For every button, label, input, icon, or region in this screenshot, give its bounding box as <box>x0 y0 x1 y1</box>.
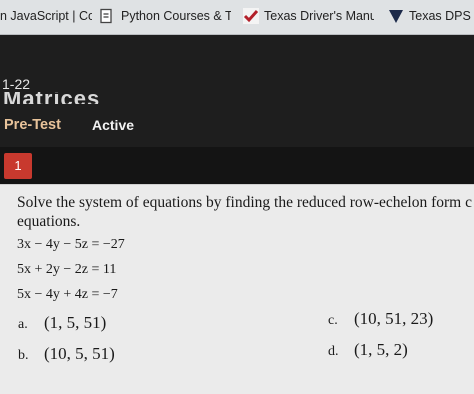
answer-c-value[interactable]: (10, 51, 23) <box>354 309 433 329</box>
answer-d-value[interactable]: (1, 5, 2) <box>354 340 408 360</box>
question-prompt: Solve the system of equations by finding… <box>17 194 472 230</box>
answer-d-letter[interactable]: d. <box>328 344 339 360</box>
answer-b-value[interactable]: (10, 5, 51) <box>44 344 115 364</box>
status-active: Active <box>92 117 135 133</box>
shield-icon <box>388 8 404 24</box>
document-icon <box>98 8 114 24</box>
answer-a-letter[interactable]: a. <box>18 317 28 333</box>
equation-3: 5x − 4y + 4z = −7 <box>17 287 118 302</box>
answer-c-letter[interactable]: c. <box>328 313 338 329</box>
bookmark-javascript[interactable]: n JavaScript | Coc <box>0 9 92 23</box>
course-title: Matrices <box>3 92 133 104</box>
answer-a-value[interactable]: (1, 5, 51) <box>44 313 106 333</box>
tab-pretest[interactable]: Pre-Test <box>4 117 61 133</box>
answer-b-letter[interactable]: b. <box>18 348 29 364</box>
question-number-badge[interactable]: 1 <box>4 153 32 179</box>
equation-1: 3x − 4y − 5z = −27 <box>17 237 125 252</box>
bookmark-texas-drivers-manual[interactable]: Texas Driver's Manual <box>264 9 374 23</box>
question-panel: Solve the system of equations by finding… <box>0 184 474 394</box>
bookmark-python-courses[interactable]: Python Courses & Tu <box>121 9 231 23</box>
bookmark-texas-dps[interactable]: Texas DPS - <box>409 9 474 23</box>
bookmarks-bar: n JavaScript | Coc Python Courses & Tu T… <box>0 0 474 35</box>
equation-2: 5x + 2y − 2z = 11 <box>17 262 117 277</box>
app-header <box>0 35 474 147</box>
course-code: 1-22 <box>2 76 31 92</box>
checkmark-icon <box>243 8 259 24</box>
